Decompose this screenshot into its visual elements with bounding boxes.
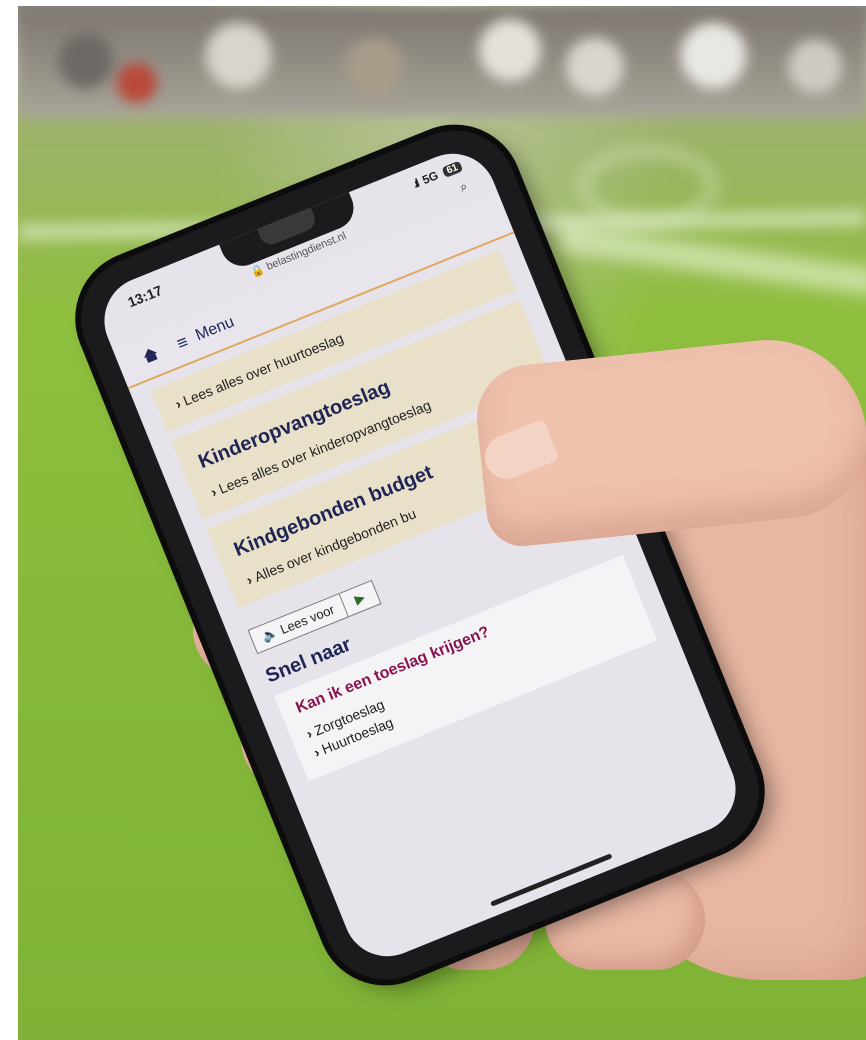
quick-link[interactable]: Zorgtoeslag (304, 598, 629, 742)
speaker-icon: 🔈 (259, 624, 281, 645)
lock-icon: 🔒 (249, 262, 267, 280)
read-aloud-label: Lees voor (278, 601, 337, 638)
battery-icon: 61 (441, 160, 464, 178)
network-label: 5G (420, 168, 441, 188)
field-circle (578, 146, 718, 226)
home-icon[interactable] (141, 346, 159, 364)
signal-icon: .ıl (410, 176, 420, 191)
hamburger-icon[interactable]: ≡ (174, 331, 192, 354)
blurred-crowd (18, 6, 866, 116)
field-line (557, 223, 866, 297)
menu-button[interactable]: Menu (193, 313, 237, 345)
